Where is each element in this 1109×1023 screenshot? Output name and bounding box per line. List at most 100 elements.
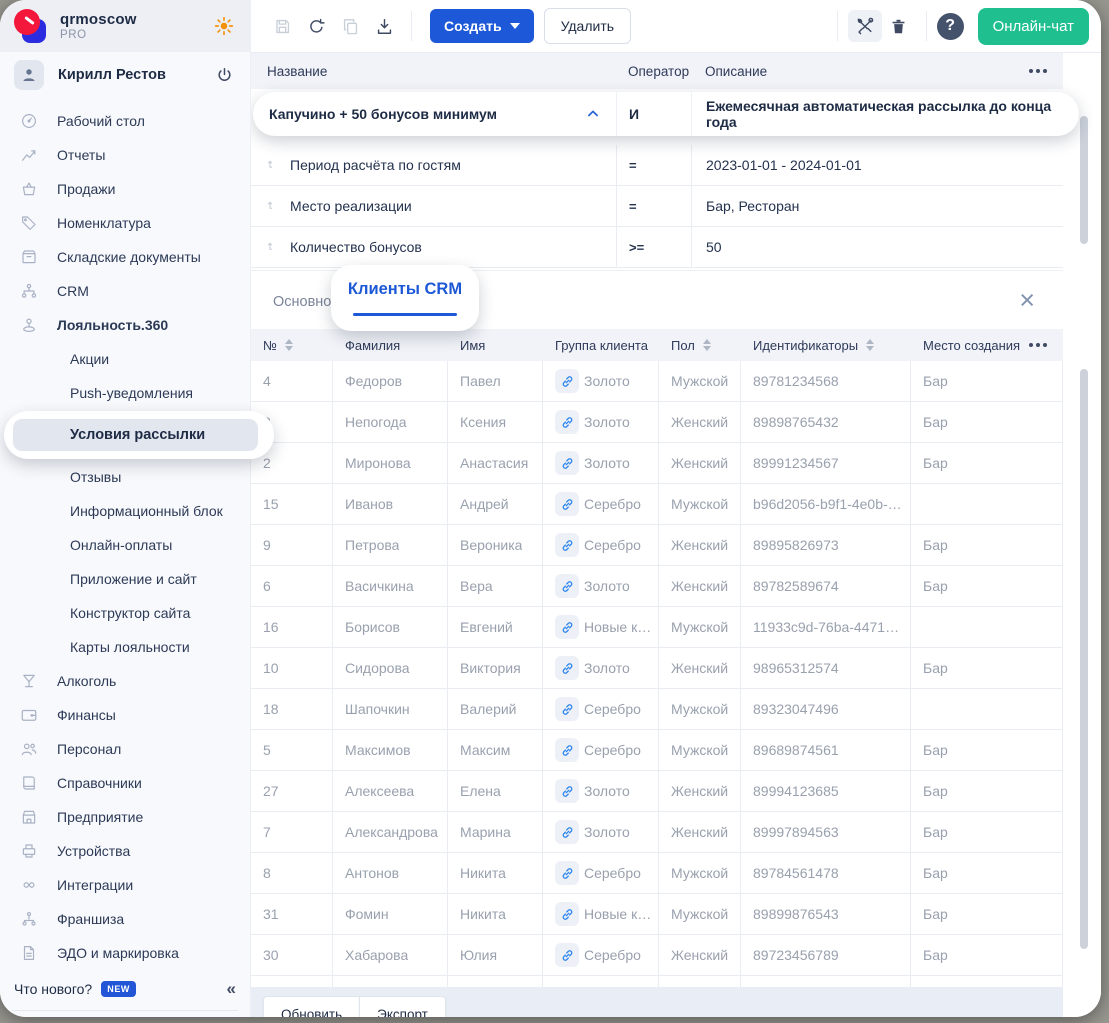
table-row[interactable]: 7АлександроваМаринаЗолотоЖенский89997894… [251,812,1063,853]
chevron-down-icon [510,23,520,29]
condition-operator: = [616,145,691,185]
sidebar-item[interactable]: Складские документы [0,240,250,274]
delete-button[interactable]: Удалить [544,8,631,44]
table-row[interactable]: 6ВасичкинаВераЗолотоЖенский89782589674Ба… [251,566,1063,607]
scrollbar-crm[interactable] [1080,369,1088,949]
condition-row[interactable]: Период расчёта по гостям=2023-01-01 - 20… [251,145,1063,186]
sidebar-item[interactable]: Карты лояльности [0,630,250,664]
collapse-sidebar-icon[interactable]: « [227,979,236,999]
cell-num: 4 [251,361,333,401]
table-row [251,976,1063,987]
refresh-button[interactable]: Обновить [263,996,360,1017]
table-row[interactable]: 15ИвановАндрейСереброМужскойb96d2056-b9f… [251,484,1063,525]
sidebar-item[interactable]: Предприятие [0,800,250,834]
sidebar-item[interactable]: Продажи [0,172,250,206]
more-menu-icon[interactable] [1029,69,1063,73]
sidebar-item[interactable]: Алкоголь [0,664,250,698]
sidebar-item[interactable]: CRM [0,274,250,308]
cell-group: Серебро [543,525,659,565]
table-row[interactable]: 3НепогодаКсенияЗолотоЖенский89898765432Б… [251,402,1063,443]
cell-num: 6 [251,566,333,606]
sidebar-item[interactable]: Отчеты [0,138,250,172]
cell-lastname: Иванов [333,484,448,524]
export-icon[interactable] [367,10,401,42]
chain-link-icon [555,574,579,598]
cell-firstname: Вероника [448,525,543,565]
sidebar-item[interactable]: Конструктор сайта [0,596,250,630]
sidebar-item[interactable]: Франшиза [0,902,250,936]
sidebar-item[interactable]: Отзывы [0,460,250,494]
scrollbar-conditions[interactable] [1080,116,1088,244]
chain-link-icon [555,779,579,803]
sun-icon[interactable] [214,16,234,36]
cell-place: Бар [911,853,1063,893]
help-icon[interactable]: ? [937,13,964,40]
table-row[interactable]: 8АнтоновНикитаСереброМужской89784561478Б… [251,853,1063,894]
refresh-icon[interactable] [299,10,333,42]
condition-row[interactable]: Количество бонусов>=50 [251,227,1063,268]
trash-icon[interactable] [882,10,916,42]
sidebar-item[interactable]: ЭДО и маркировка [0,936,250,970]
sidebar-item[interactable]: Справочники [0,766,250,800]
table-row[interactable]: 27АлексееваЕленаЗолотоЖенский89994123685… [251,771,1063,812]
export-button[interactable]: Экспорт [359,996,446,1017]
sidebar-item[interactable]: Финансы [0,698,250,732]
table-row[interactable]: 9ПетроваВероникаСереброЖенский8989582697… [251,525,1063,566]
nomenclature-icon [20,214,38,232]
column-gender[interactable]: Пол [659,338,741,353]
sidebar-item[interactable]: Информационный блок [0,494,250,528]
sidebar-item[interactable]: Акции [0,342,250,376]
sidebar-item[interactable]: Персонал [0,732,250,766]
column-place[interactable]: Место создания [911,338,1063,353]
sidebar-item-selected[interactable]: Условия рассылки [4,411,274,459]
cell-group: Серебро [543,689,659,729]
brand-name-block: qrmoscow PRO [60,11,137,41]
more-menu-icon[interactable] [1029,343,1063,347]
sidebar-item[interactable]: Push-уведомления [0,376,250,410]
cell-group: Золото [543,402,659,442]
online-chat-button[interactable]: Онлайн-чат [978,8,1089,45]
power-icon[interactable] [215,66,234,85]
chain-link-icon [555,369,579,393]
table-row[interactable]: 18ШапочкинВалерийСереброМужской893230474… [251,689,1063,730]
create-button[interactable]: Создать [430,9,534,43]
column-name[interactable]: Название [251,64,616,79]
table-row[interactable]: 4ФедоровПавелЗолотоМужской89781234568Бар [251,361,1063,402]
condition-row[interactable]: Место реализации=Бар, Ресторан [251,186,1063,227]
sidebar-item[interactable]: Лояльность.360 [0,308,250,342]
table-row[interactable]: 16БорисовЕвгенийНовые к…Мужской11933c9d-… [251,607,1063,648]
table-row[interactable]: 30ХабароваЮлияСереброЖенский89723456789Б… [251,935,1063,976]
sidebar-item[interactable]: Рабочий стол [0,104,250,138]
table-row[interactable]: 5МаксимовМаксимСереброМужской89689874561… [251,730,1063,771]
tab-main[interactable]: Основное [273,290,339,310]
table-row[interactable]: 2МироноваАнастасияЗолотоЖенский899912345… [251,443,1063,484]
column-firstname[interactable]: Имя [448,338,543,353]
table-row[interactable]: 31ФоминНикитаНовые к…Мужской89899876543Б… [251,894,1063,935]
sidebar-item[interactable]: Приложение и сайт [0,562,250,596]
active-tab-underline [353,313,457,316]
whats-new-link[interactable]: Что нового? [14,981,92,997]
sidebar-item[interactable]: Устройства [0,834,250,868]
chain-link-icon [555,861,579,885]
campaign-operator: И [616,92,691,136]
column-ids[interactable]: Идентификаторы [741,338,911,353]
sidebar-item[interactable]: Номенклатура [0,206,250,240]
tools-icon[interactable] [848,10,882,42]
column-description[interactable]: Описание [705,64,767,79]
tab-crm-clients[interactable]: Клиенты CRM [331,265,479,331]
table-row[interactable]: 10СидороваВикторияЗолотоЖенский989653125… [251,648,1063,689]
column-num[interactable]: № [251,338,333,353]
cell-lastname: Борисов [333,607,448,647]
chevron-up-icon[interactable] [584,105,602,123]
column-lastname[interactable]: Фамилия [333,338,448,353]
save-icon[interactable] [265,10,299,42]
column-group[interactable]: Группа клиента [543,338,659,353]
cell-ids: 89689874561 [741,730,911,770]
close-icon[interactable]: × [1015,287,1039,314]
sidebar-item[interactable]: Интеграции [0,868,250,902]
divider [926,11,927,41]
column-operator[interactable]: Оператор [616,64,691,79]
sidebar-item[interactable]: Онлайн-оплаты [0,528,250,562]
campaign-row[interactable]: Капучино + 50 бонусов минимум И Ежемесяч… [253,92,1079,136]
copy-icon[interactable] [333,10,367,42]
